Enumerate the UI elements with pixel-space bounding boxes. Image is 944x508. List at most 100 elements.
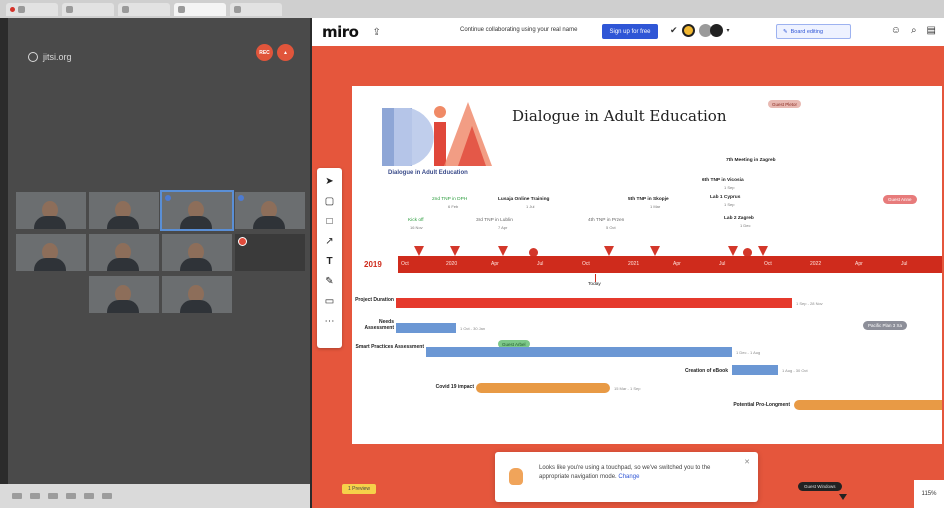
share-button-icon[interactable]	[48, 493, 58, 499]
participant-body	[107, 216, 139, 229]
event-date: 16 Nov	[410, 225, 423, 230]
participant-tile[interactable]	[162, 276, 232, 313]
screen: jitsi.org REC ▲ miro ⇪ Continue collabor…	[0, 0, 944, 508]
speaker-badge-icon	[165, 195, 171, 201]
favicon-icon	[178, 5, 185, 13]
browser-tab[interactable]	[118, 2, 170, 16]
browser-tab[interactable]	[230, 2, 282, 16]
event-date: 7 Apr	[498, 225, 508, 230]
board-title: Dialogue in Adult Education	[512, 107, 727, 125]
gantt-bar-dates: 15 Mar - 1 Sep	[614, 386, 641, 391]
signup-button[interactable]: Sign up for free	[602, 24, 658, 39]
participant-body	[180, 216, 212, 229]
board-editing-button[interactable]: ✎ Board editing	[776, 24, 851, 39]
guest-cursor-label: Guest Windows	[798, 482, 842, 491]
close-icon[interactable]: ✕	[744, 458, 750, 466]
camera-button-icon[interactable]	[30, 493, 40, 499]
connector-icon[interactable]: ↗	[325, 236, 333, 247]
participant-tile[interactable]	[16, 234, 86, 271]
board-editing-label: Board editing	[790, 28, 824, 35]
shape-icon[interactable]: □	[326, 216, 332, 227]
call-toolbar	[0, 484, 310, 508]
more-tools-icon[interactable]: ⋯	[325, 316, 335, 327]
participant-tile[interactable]	[16, 192, 86, 229]
participant-tile[interactable]	[89, 276, 159, 313]
video-call-panel: jitsi.org REC ▲	[8, 18, 310, 496]
settings-button-icon[interactable]	[102, 493, 112, 499]
milestone-marker[interactable]	[414, 246, 424, 256]
gantt-bar-dates: 1 Aug - 30 Oct	[782, 368, 808, 373]
participant-tile[interactable]	[89, 234, 159, 271]
search-icon[interactable]: ⌕	[911, 25, 917, 36]
upload-icon[interactable]: ⇪	[372, 27, 383, 38]
select-icon[interactable]: ➤	[325, 176, 333, 187]
chevron-down-icon[interactable]: ▾	[727, 27, 730, 34]
participant-tile[interactable]	[235, 192, 305, 229]
gantt-bar-ebook[interactable]	[732, 365, 778, 375]
avatar[interactable]	[681, 24, 695, 37]
chat-button-icon[interactable]	[66, 493, 76, 499]
milestone-marker[interactable]	[728, 246, 738, 256]
jitsi-logo-text: jitsi.org	[43, 52, 72, 62]
gantt-bar-prolongment[interactable]	[794, 400, 942, 410]
guest-cursor-label: Pacific Plan 3 Xa	[863, 321, 908, 330]
gantt-bar-smart-practices[interactable]	[426, 347, 732, 357]
dia-logo-caption: Dialogue in Adult Education	[388, 170, 468, 176]
milestone-marker[interactable]	[604, 246, 614, 256]
event-label: Kick off	[408, 218, 424, 223]
participant-tile[interactable]	[162, 234, 232, 271]
gantt-bar-needs-assessment[interactable]	[396, 323, 456, 333]
milestone-marker[interactable]	[450, 246, 460, 256]
avatar[interactable]	[709, 24, 723, 37]
milestone-marker[interactable]	[650, 246, 660, 256]
participant-tile-active[interactable]	[160, 190, 234, 231]
text-icon[interactable]: T	[326, 256, 332, 267]
participant-tile[interactable]	[89, 192, 159, 229]
timeline-axis: Oct 2020 Apr Jul Oct 2021 Apr Jul Oct 20…	[398, 256, 942, 273]
sticky-note-icon[interactable]: ▢	[325, 196, 334, 207]
row-label: Project Duration	[355, 297, 394, 303]
event-label: 4th TNP in Przen	[588, 218, 625, 223]
preview-pill[interactable]: 1 Preview	[342, 484, 376, 494]
miro-logo[interactable]: miro	[322, 23, 359, 41]
reactions-icon[interactable]: ☺	[891, 25, 901, 36]
pencil-icon: ✎	[783, 28, 788, 35]
participant-tile-muted[interactable]	[235, 234, 305, 271]
browser-tab[interactable]	[62, 2, 114, 16]
gantt-bar-dates: 1 Sep - 28 Nov	[796, 301, 823, 306]
timeline-month: Jul	[537, 261, 544, 267]
hand-icon	[509, 468, 523, 485]
recording-controls: REC ▲	[256, 44, 294, 61]
pen-icon[interactable]: ✎	[325, 276, 333, 287]
milestone-marker[interactable]	[758, 246, 768, 256]
jitsi-logo: jitsi.org	[28, 52, 72, 62]
gantt-bar-project-duration[interactable]	[396, 298, 792, 308]
participant-body	[180, 300, 212, 313]
notes-icon[interactable]: ▤	[927, 25, 936, 36]
row-label: Needs Assessment	[364, 319, 394, 331]
warning-icon[interactable]: ▲	[277, 44, 294, 61]
frame-icon[interactable]: ▭	[325, 296, 334, 307]
gantt-bar-dates: 1 Oct - 30 Jan	[460, 326, 486, 331]
guest-cursor-label: Guest Anne	[883, 195, 917, 204]
timeline-month: Apr	[491, 261, 499, 267]
gantt-bar-covid[interactable]	[476, 383, 610, 393]
miro-topbar: miro ⇪ Continue collaborating using your…	[312, 18, 944, 46]
cursor-arrow-icon	[839, 494, 847, 500]
board-canvas[interactable]: Dialogue in Adult Education Dialogue in …	[352, 86, 942, 444]
rec-button[interactable]: REC	[256, 44, 273, 61]
cursor-icon[interactable]: ✔	[670, 25, 678, 36]
favicon-icon	[66, 5, 73, 13]
browser-tab-active[interactable]	[174, 2, 226, 16]
hangup-button-icon[interactable]	[84, 493, 94, 499]
browser-tab[interactable]	[6, 2, 58, 16]
participant-body	[253, 216, 285, 229]
zoom-level[interactable]: 115%	[914, 480, 944, 508]
event-label: Lab 1 Cyprus	[710, 195, 741, 200]
event-date: 1 Sep	[724, 185, 735, 190]
milestone-marker[interactable]	[498, 246, 508, 256]
mic-button-icon[interactable]	[12, 493, 22, 499]
toast-change-link[interactable]: Change	[618, 474, 639, 480]
timeline-month: 2022	[810, 261, 822, 267]
timeline-month: Jul	[901, 261, 908, 267]
